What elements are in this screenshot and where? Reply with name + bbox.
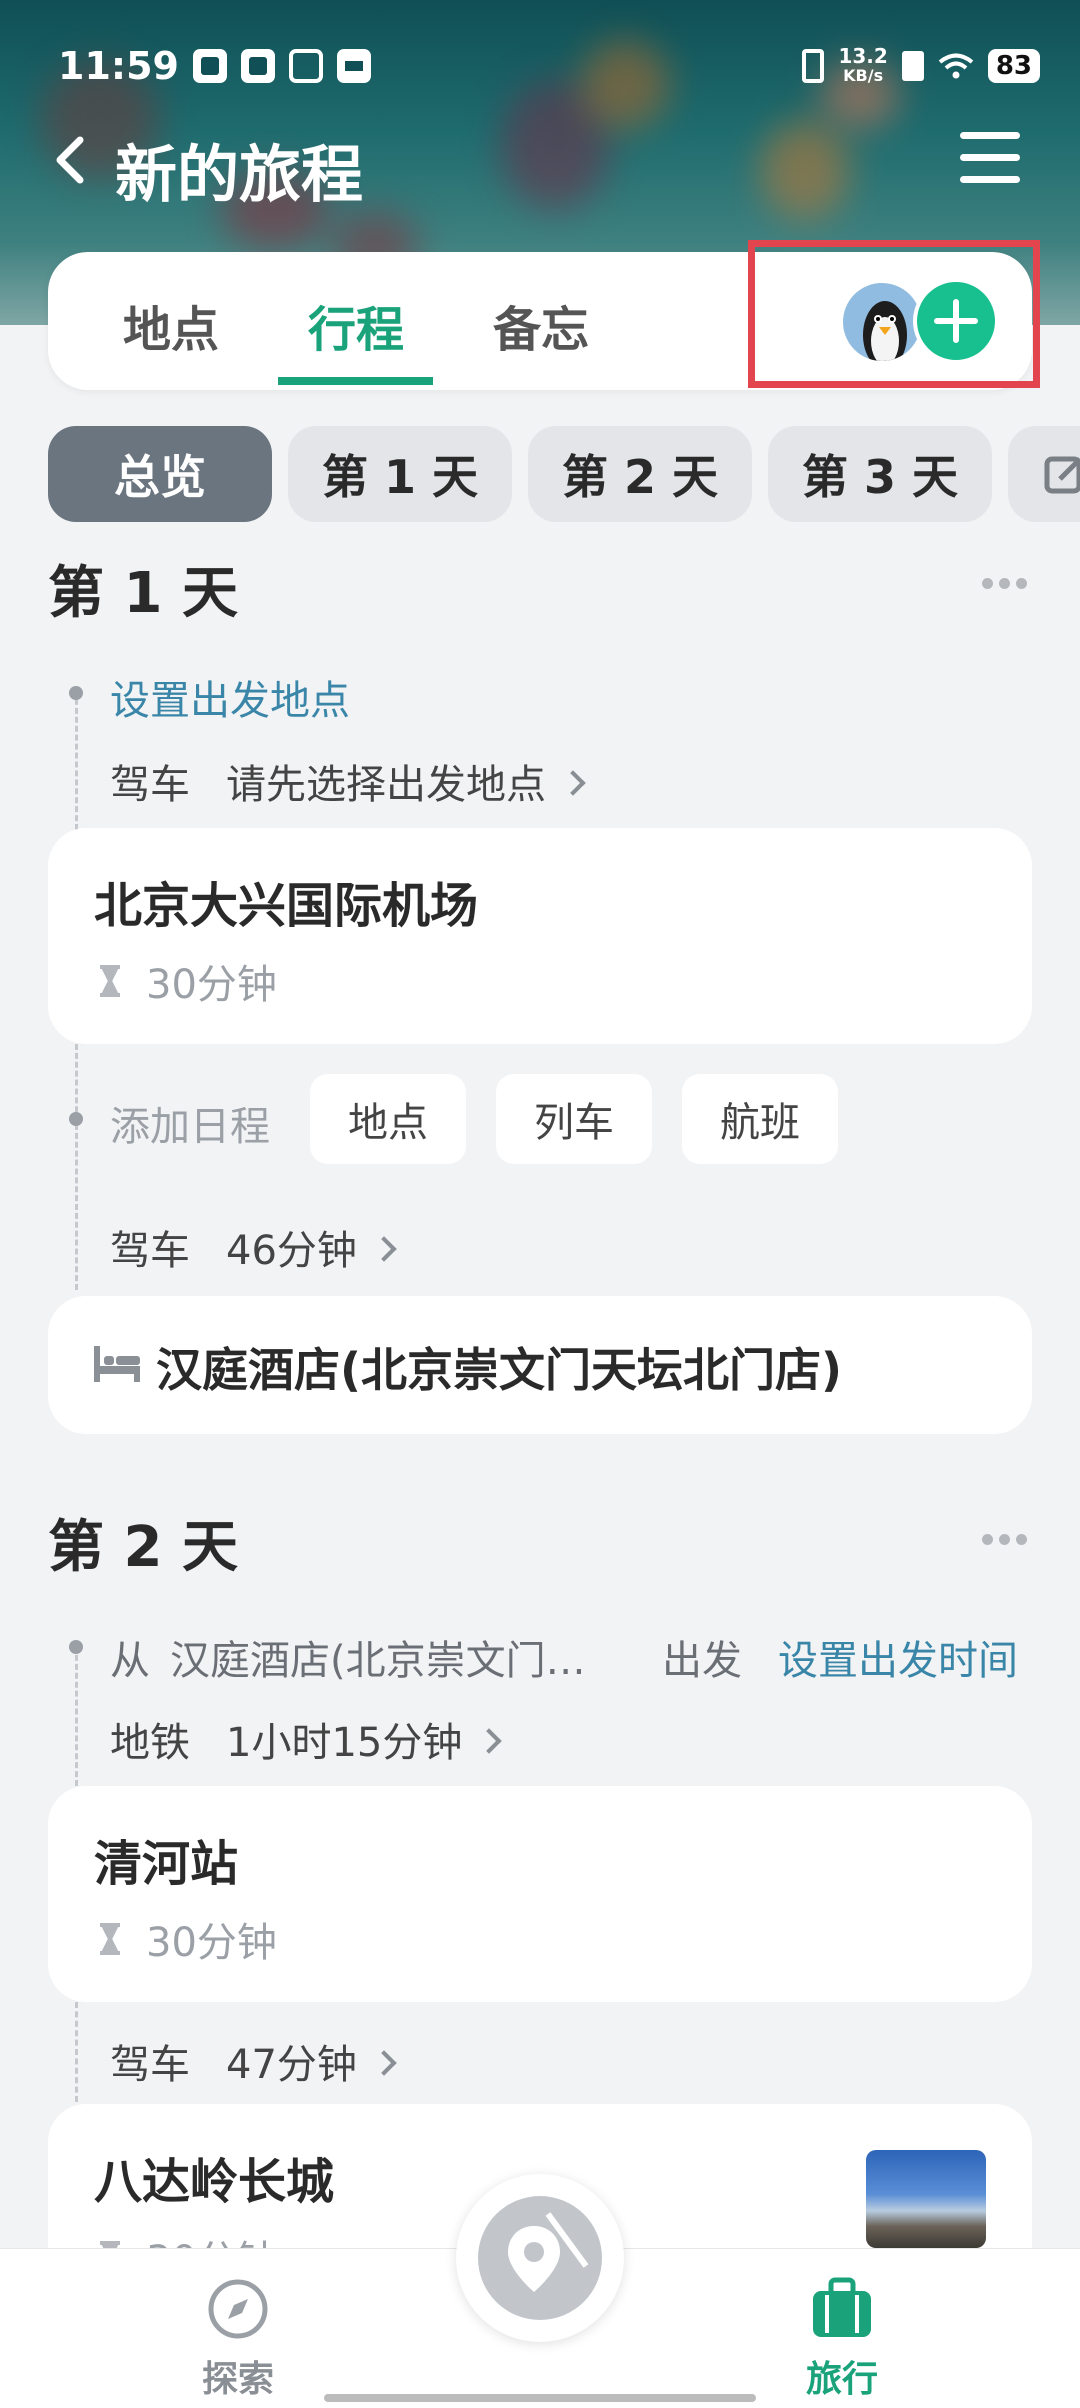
add-train-chip[interactable]: 列车: [496, 1074, 652, 1164]
stop-name: 北京大兴国际机场: [94, 878, 479, 934]
day-1-transport-1[interactable]: 驾车 请先选择出发地点: [110, 752, 586, 810]
page-title: 新的旅程: [115, 138, 364, 211]
browser-icon: [288, 49, 323, 83]
bed-icon: [94, 1346, 140, 1382]
suitcase-icon: [813, 2277, 871, 2337]
add-place-chip[interactable]: 地点: [310, 1074, 466, 1164]
message-icon: [336, 49, 371, 83]
timeline-node: [69, 1640, 83, 1654]
day-1-more-icon[interactable]: [982, 574, 1036, 589]
transport-detail: 请先选择出发地点: [226, 762, 546, 808]
nav-travel-label: 旅行: [805, 2359, 878, 2400]
nav-travel[interactable]: 旅行: [782, 2277, 902, 2402]
hotel-card[interactable]: 汉庭酒店(北京崇文门天坛北门店): [48, 1296, 1032, 1434]
stop-name: 八达岭长城: [94, 2154, 335, 2210]
chevron-right-icon: [371, 1236, 397, 1262]
chevron-right-icon: [371, 2050, 397, 2076]
map-pin-icon: [508, 2212, 589, 2292]
add-flight-chip[interactable]: 航班: [682, 1074, 838, 1164]
pill-overview[interactable]: 总览: [48, 426, 272, 522]
set-departure-time-link[interactable]: 设置出发时间: [778, 1628, 1018, 1686]
set-departure-link[interactable]: 设置出发地点: [110, 668, 350, 726]
tab-itinerary[interactable]: 行程: [308, 290, 404, 360]
stop-name: 清河站: [94, 1836, 239, 1892]
depart-label: 出发: [662, 1638, 742, 1684]
great-wall-thumbnail[interactable]: [866, 2150, 986, 2248]
battery-indicator: 83: [987, 49, 1040, 83]
status-right: 13.2 KB/s 83: [802, 46, 1040, 86]
active-tab-indicator: [278, 377, 433, 385]
status-time: 11:59: [58, 44, 179, 88]
stop-duration: 30分钟: [98, 952, 277, 1010]
wifi-icon: [938, 53, 974, 79]
pill-day-3[interactable]: 第 3 天: [768, 426, 992, 522]
add-schedule-label: 添加日程: [110, 1104, 270, 1150]
day-1-transport-2[interactable]: 驾车 46分钟: [110, 1218, 397, 1276]
chevron-right-icon: [476, 1728, 503, 1754]
day-2-transport-1[interactable]: 地铁 1小时15分钟: [110, 1710, 503, 1768]
tab-memo[interactable]: 备忘: [493, 290, 589, 360]
hourglass-icon: [100, 965, 120, 997]
day-2-title: 第 2 天: [48, 1515, 238, 1580]
day-selector: 总览 第 1 天 第 2 天 第 3 天: [48, 426, 1080, 522]
edit-days-button[interactable]: [1008, 426, 1080, 522]
net-unit: KB/s: [843, 66, 884, 85]
menu-button[interactable]: [960, 132, 1020, 188]
departure-place: 汉庭酒店(北京崇文门…: [170, 1638, 586, 1684]
timeline-line: [75, 690, 78, 830]
tiktok-icon: [192, 49, 227, 83]
chevron-right-icon: [560, 770, 586, 796]
vibrate-icon: [802, 49, 825, 83]
day-1-title: 第 1 天: [48, 561, 238, 626]
stop-card-qinghe-station[interactable]: 清河站 30分钟: [48, 1786, 1032, 2002]
departure-from-label: 从汉庭酒店(北京崇文门…: [110, 1638, 586, 1684]
status-bar: 11:59 13.2 KB/s 83: [58, 38, 1040, 94]
no-sim-icon: [901, 51, 924, 81]
timeline-line: [75, 1646, 78, 1786]
pill-day-1[interactable]: 第 1 天: [288, 426, 512, 522]
timeline-node: [69, 1112, 83, 1126]
app-header: 新的旅程: [0, 110, 1080, 211]
day-2-more-icon[interactable]: [982, 1530, 1036, 1545]
map-toggle-button[interactable]: [456, 2174, 624, 2342]
compass-icon: [208, 2279, 268, 2339]
net-speed: 13.2: [838, 44, 888, 68]
timeline-line: [75, 1044, 78, 1290]
day-2-transport-2[interactable]: 驾车 47分钟: [110, 2032, 397, 2090]
pill-day-2[interactable]: 第 2 天: [528, 426, 752, 522]
timeline-line: [75, 2002, 78, 2102]
home-indicator: [324, 2394, 756, 2402]
back-arrow-icon: [56, 136, 84, 184]
app-notification-icon: [240, 49, 275, 83]
stop-card-beijing-daxing-airport[interactable]: 北京大兴国际机场 30分钟: [48, 828, 1032, 1044]
nav-explore-label: 探索: [201, 2359, 274, 2400]
stop-duration: 30分钟: [98, 1910, 277, 1968]
edit-icon: [1044, 456, 1080, 494]
back-button[interactable]: [44, 130, 104, 190]
transport-mode: 驾车: [110, 762, 190, 808]
nav-explore[interactable]: 探索: [178, 2277, 298, 2402]
hotel-name: 汉庭酒店(北京崇文门天坛北门店): [156, 1343, 843, 1397]
menu-icon-bar: [960, 132, 1020, 139]
hourglass-icon: [100, 1923, 120, 1955]
tab-places[interactable]: 地点: [123, 290, 219, 360]
timeline-node: [69, 686, 83, 700]
highlight-box: [748, 240, 1040, 388]
